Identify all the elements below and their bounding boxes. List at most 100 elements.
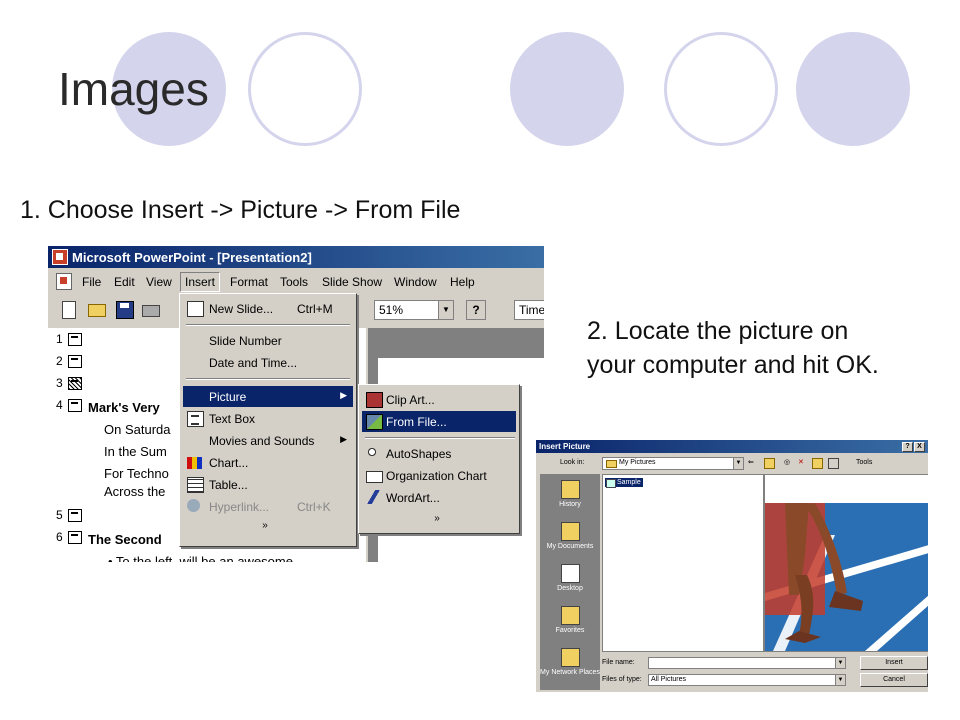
menu-window[interactable]: Window [394, 275, 437, 289]
menu-item-picture[interactable]: Picture ▶ [183, 386, 353, 407]
slide-icon [68, 531, 82, 544]
document-icon[interactable] [56, 273, 72, 290]
menu-format[interactable]: Format [230, 275, 268, 289]
menu-help[interactable]: Help [450, 275, 475, 289]
files-of-type-select[interactable]: All Pictures ▼ [648, 674, 846, 686]
network-places-icon [561, 648, 580, 667]
menu-item-wordart[interactable]: WordArt... [362, 487, 516, 508]
menu-item-label: AutoShapes [386, 447, 452, 461]
outline-number: 4 [56, 398, 63, 412]
place-desktop[interactable]: Desktop [540, 562, 600, 604]
zoom-select[interactable]: 51% ▼ [374, 300, 454, 320]
menu-item-table[interactable]: Table... [183, 474, 353, 495]
menu-item-hyperlink[interactable]: Hyperlink... Ctrl+K [183, 496, 353, 517]
decor-circle-4 [664, 32, 778, 146]
delete-icon[interactable]: ✕ [798, 458, 807, 467]
powerpoint-app-icon [52, 249, 68, 265]
help-icon[interactable]: ? [902, 442, 913, 452]
new-icon[interactable] [62, 301, 76, 319]
dropdown-arrow-icon[interactable]: ▼ [733, 458, 743, 469]
menu-item-label: Slide Number [209, 334, 282, 348]
menu-tools[interactable]: Tools [280, 275, 308, 289]
insert-menu: New Slide... Ctrl+M Slide Number Date an… [179, 293, 357, 547]
menu-item-chart[interactable]: Chart... [183, 452, 353, 473]
decor-circle-5 [796, 32, 910, 146]
slide-picture-icon [68, 377, 82, 390]
outline-number: 5 [56, 508, 63, 522]
dialog-title: Insert Picture [539, 442, 591, 451]
menu-item-organization-chart[interactable]: Organization Chart [362, 465, 516, 486]
place-label: History [559, 501, 581, 508]
menu-insert[interactable]: Insert [180, 272, 221, 292]
slide-icon [68, 399, 82, 412]
files-of-type-value: All Pictures [651, 676, 687, 683]
search-web-icon[interactable]: ◎ [784, 458, 793, 467]
menu-item-movies-sounds[interactable]: Movies and Sounds ▶ [183, 430, 353, 451]
place-label: Desktop [557, 585, 583, 592]
dropdown-arrow-icon[interactable]: ▼ [438, 301, 453, 319]
place-favorites[interactable]: Favorites [540, 604, 600, 646]
menu-edit[interactable]: Edit [114, 275, 135, 289]
dropdown-arrow-icon[interactable]: ▼ [835, 675, 845, 685]
outline-slide-title: The Second [88, 532, 162, 547]
organization-chart-icon [366, 471, 383, 483]
chart-icon [187, 457, 202, 469]
file-item-sample[interactable]: Sample [605, 478, 643, 488]
outline-text-line: Across the [104, 484, 166, 499]
insert-button[interactable]: Insert [860, 656, 928, 670]
outline-text-line: In the Sum [104, 444, 167, 459]
menu-file[interactable]: File [82, 275, 101, 289]
wordart-icon [366, 490, 381, 504]
picture-submenu: Clip Art... From File... AutoShapes Orga… [358, 384, 520, 534]
save-icon[interactable] [116, 301, 134, 319]
file-list[interactable]: Sample [602, 474, 764, 652]
back-icon[interactable]: ⇐ [748, 458, 757, 467]
submenu-arrow-icon: ▶ [340, 434, 347, 444]
menu-separator [186, 324, 350, 326]
window-title: Microsoft PowerPoint - [Presentation2] [72, 250, 312, 265]
menu-slide-show[interactable]: Slide Show [322, 275, 382, 289]
views-icon[interactable] [828, 458, 839, 469]
menu-item-label: Clip Art... [386, 393, 435, 407]
dropdown-arrow-icon[interactable]: ▼ [835, 658, 845, 668]
picture-preview [764, 474, 928, 652]
look-in-select[interactable]: My Pictures ▼ [602, 457, 744, 470]
outline-number: 3 [56, 376, 63, 390]
file-name-input[interactable]: ▼ [648, 657, 846, 669]
cancel-button[interactable]: Cancel [860, 673, 928, 687]
menu-separator [186, 378, 350, 380]
tools-menu[interactable]: Tools [856, 459, 872, 466]
menu-item-autoshapes[interactable]: AutoShapes [362, 443, 516, 464]
table-icon [187, 477, 204, 493]
new-folder-icon[interactable] [812, 458, 823, 469]
menu-view[interactable]: View [146, 275, 172, 289]
font-select[interactable]: Time [514, 300, 544, 320]
places-bar: History My Documents Desktop Favorites M… [540, 474, 600, 690]
menu-item-label: Hyperlink... [209, 500, 270, 514]
menu-item-label: New Slide... [209, 302, 274, 316]
menu-separator [365, 437, 515, 439]
menu-item-from-file[interactable]: From File... [362, 411, 516, 432]
print-icon[interactable] [142, 305, 160, 317]
open-folder-icon[interactable] [88, 304, 106, 317]
menu-item-date-time[interactable]: Date and Time... [183, 352, 353, 373]
menu-item-text-box[interactable]: Text Box [183, 408, 353, 429]
place-history[interactable]: History [540, 478, 600, 520]
expand-menu-icon[interactable]: » [359, 513, 515, 524]
menu-item-slide-number[interactable]: Slide Number [183, 330, 353, 351]
menu-item-label: Date and Time... [209, 356, 298, 370]
menu-bar: File Edit View Insert Format Tools Slide… [48, 270, 544, 292]
close-icon[interactable]: X [914, 442, 925, 452]
powerpoint-window: Microsoft PowerPoint - [Presentation2] F… [48, 246, 544, 562]
menu-item-clip-art[interactable]: Clip Art... [362, 389, 516, 410]
up-folder-icon[interactable] [764, 458, 775, 469]
help-icon[interactable]: ? [466, 300, 486, 320]
place-my-documents[interactable]: My Documents [540, 520, 600, 562]
submenu-arrow-icon: ▶ [340, 390, 347, 400]
runner-photo [765, 475, 928, 651]
place-my-network-places[interactable]: My Network Places [540, 646, 600, 688]
outline-number: 1 [56, 332, 63, 346]
expand-menu-icon[interactable]: » [180, 520, 350, 531]
menu-item-new-slide[interactable]: New Slide... Ctrl+M [183, 298, 353, 319]
text-box-icon [187, 411, 204, 427]
